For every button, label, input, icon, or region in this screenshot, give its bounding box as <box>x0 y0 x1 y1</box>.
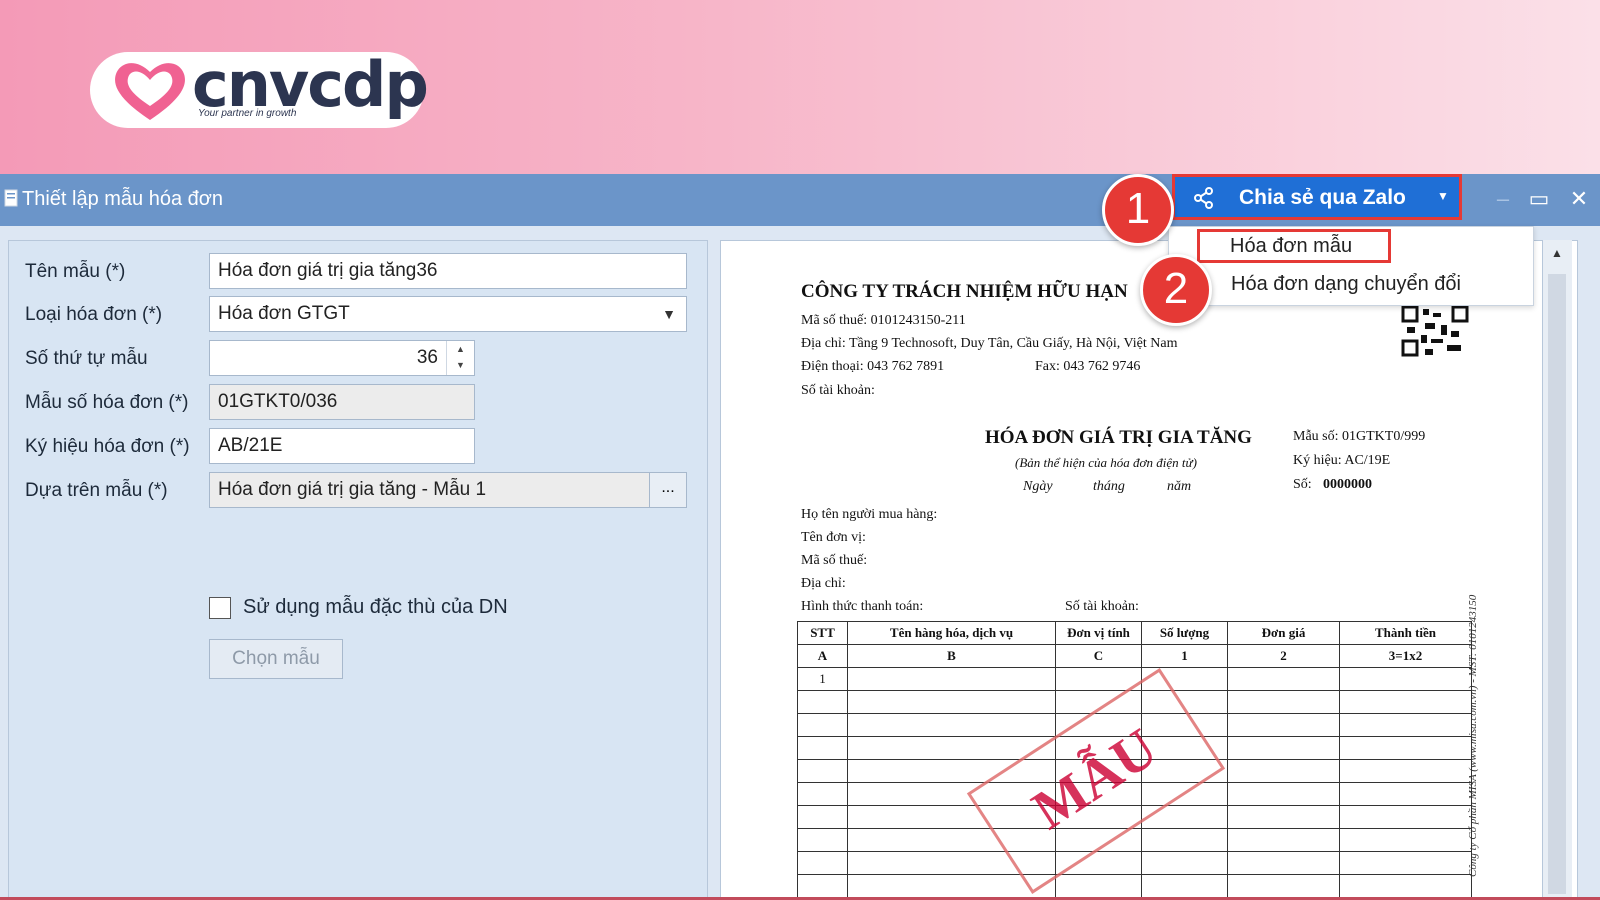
table-row <box>797 828 1472 852</box>
share-zalo-label: Chia sẻ qua Zalo <box>1239 186 1406 209</box>
date-month: tháng <box>1093 479 1125 494</box>
date-day: Ngày <box>1023 479 1053 494</box>
table-header: Số lượng <box>1141 621 1228 645</box>
invoice-preview: CÔNG TY TRÁCH NHIỆM HỮU HẠN Mã số thuế: … <box>720 240 1578 900</box>
table-header: Thành tiền <box>1339 621 1472 645</box>
title-bar: Thiết lập mẫu hóa đơn Chia sẻ qua Zalo ▼… <box>0 174 1600 226</box>
table-code: B <box>847 644 1056 668</box>
scroll-up-icon[interactable]: ▲ <box>1546 246 1568 268</box>
buyer-name-label: Họ tên người mua hàng: <box>801 507 938 522</box>
table-code: C <box>1055 644 1142 668</box>
vendor-side-note: Công ty Cổ phần MISA (www.misa.com.vn) -… <box>1467 594 1479 877</box>
buyer-unit-label: Tên đơn vị: <box>801 530 866 545</box>
buyer-tax-label: Mã số thuế: <box>801 553 868 568</box>
company-phone: Điện thoại: 043 762 7891 <box>801 359 945 374</box>
brand-banner: cnvcdp Your partner in growth <box>0 0 1600 174</box>
close-button[interactable]: ✕ <box>1564 184 1594 214</box>
share-zalo-button[interactable]: Chia sẻ qua Zalo ▼ <box>1172 174 1462 220</box>
table-code: 1 <box>1141 644 1228 668</box>
company-address: Địa chỉ: Tầng 9 Technosoft, Duy Tân, Cầu… <box>801 336 1178 351</box>
row-index: 1 <box>797 667 848 691</box>
invoice-type-value: Hóa đơn GTGT <box>218 303 350 324</box>
symbol-label: Ký hiệu hóa đơn (*) <box>25 436 190 457</box>
share-icon <box>1194 187 1213 209</box>
name-label: Tên mẫu (*) <box>25 261 126 282</box>
chevron-down-icon[interactable]: ▼ <box>1437 189 1449 203</box>
scroll-thumb[interactable] <box>1548 274 1566 894</box>
company-tax-code: Mã số thuế: 0101243150-211 <box>801 313 966 328</box>
menu-item-sample-invoice[interactable]: Hóa đơn mẫu <box>1197 229 1391 263</box>
invoice-type-select[interactable]: Hóa đơn GTGT ▼ <box>209 296 687 332</box>
browse-template-button[interactable]: ... <box>649 472 687 508</box>
table-row <box>797 851 1472 875</box>
step-badge-2: 2 <box>1140 254 1212 326</box>
payment-method-label: Hình thức thanh toán: <box>801 599 924 614</box>
form-number: Mẫu số: 01GTKT0/999 <box>1293 429 1426 444</box>
table-header: STT <box>797 621 848 645</box>
table-code: 3=1x2 <box>1339 644 1472 668</box>
chevron-down-icon[interactable]: ▼ <box>652 297 686 331</box>
share-dropdown-menu: Hóa đơn mẫu Hóa đơn dạng chuyển đổi <box>1168 226 1534 306</box>
company-fax: Fax: 043 762 9746 <box>1035 359 1141 374</box>
table-header: Đơn vị tính <box>1055 621 1142 645</box>
template-code-field: 01GTKT0/036 <box>209 384 475 420</box>
table-code: A <box>797 644 848 668</box>
table-code-row: A B C 1 2 3=1x2 <box>797 644 1472 668</box>
invoice-number-label: Số: <box>1293 477 1312 492</box>
table-code: 2 <box>1227 644 1340 668</box>
buyer-address-label: Địa chỉ: <box>801 576 846 591</box>
invoice-number-value: 0000000 <box>1323 477 1372 492</box>
order-value: 36 <box>416 347 438 368</box>
template-code-label: Mẫu số hóa đơn (*) <box>25 392 189 413</box>
maximize-button[interactable]: ▭ <box>1524 184 1554 214</box>
invoice-title: HÓA ĐƠN GIÁ TRỊ GIA TĂNG <box>985 427 1252 448</box>
form-panel: Tên mẫu (*) Hóa đơn giá trị gia tăng36 L… <box>8 240 708 900</box>
custom-template-checkbox[interactable] <box>209 597 231 619</box>
table-header: Tên hàng hóa, dịch vụ <box>847 621 1056 645</box>
table-row <box>797 874 1472 898</box>
invoice-subtitle: (Bản thể hiện của hóa đơn điện tử) <box>1015 455 1197 470</box>
based-on-label: Dựa trên mẫu (*) <box>25 480 168 501</box>
based-on-field: Hóa đơn giá trị gia tăng - Mẫu 1 <box>209 472 655 508</box>
company-account: Số tài khoản: <box>801 383 875 398</box>
app-icon <box>4 189 18 207</box>
logo-tagline: Your partner in growth <box>198 108 297 119</box>
buyer-account-label: Số tài khoản: <box>1065 599 1139 614</box>
order-label: Số thứ tự mẫu <box>25 348 148 369</box>
qr-code-icon <box>1401 305 1469 357</box>
symbol-input[interactable]: AB/21E <box>209 428 475 464</box>
menu-item-converted-invoice[interactable]: Hóa đơn dạng chuyển đổi <box>1169 267 1529 301</box>
spin-arrows-icon[interactable]: ▲ ▼ <box>446 341 474 375</box>
custom-template-label: Sử dụng mẫu đặc thù của DN <box>243 596 508 618</box>
window-title: Thiết lập mẫu hóa đơn <box>22 188 224 210</box>
company-name: CÔNG TY TRÁCH NHIỆM HỮU HẠN <box>801 281 1128 302</box>
table-header: Đơn giá <box>1227 621 1340 645</box>
template-name-input[interactable]: Hóa đơn giá trị gia tăng36 <box>209 253 687 289</box>
heart-logo-icon <box>115 63 185 120</box>
order-stepper[interactable]: 36 ▲ ▼ <box>209 340 475 376</box>
invoice-type-label: Loại hóa đơn (*) <box>25 304 163 325</box>
invoice-symbol: Ký hiệu: AC/19E <box>1293 453 1391 468</box>
template-window: Thiết lập mẫu hóa đơn Chia sẻ qua Zalo ▼… <box>0 174 1600 900</box>
choose-template-button[interactable]: Chọn mẫu <box>209 639 343 679</box>
minimize-button[interactable]: – <box>1488 184 1518 214</box>
table-header-row: STT Tên hàng hóa, dịch vụ Đơn vị tính Số… <box>797 621 1472 645</box>
date-year: năm <box>1167 479 1192 494</box>
step-badge-1: 1 <box>1102 174 1174 246</box>
